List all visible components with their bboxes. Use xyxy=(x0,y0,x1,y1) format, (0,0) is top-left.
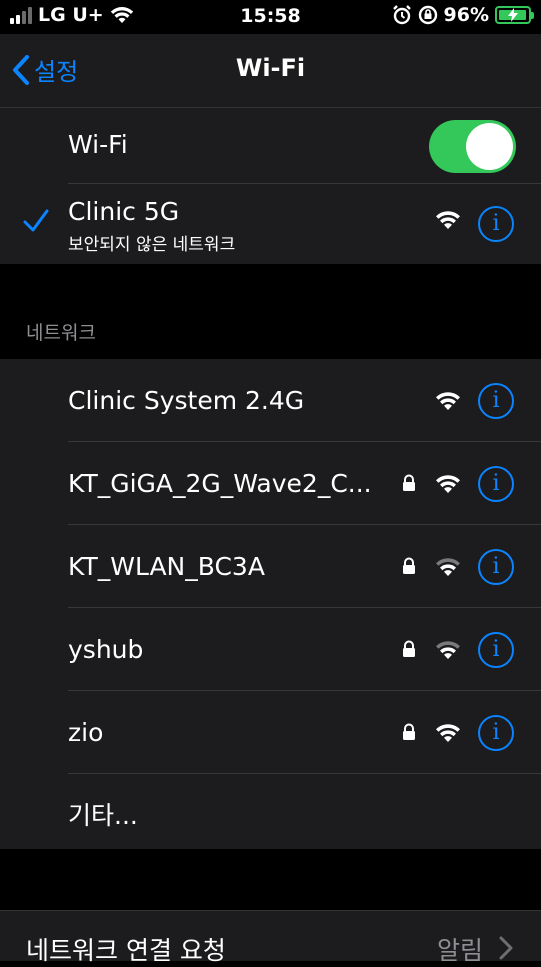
network-row[interactable]: yshub i xyxy=(0,608,541,691)
lock-icon xyxy=(403,723,415,740)
navigation-bar: 설정 Wi-Fi xyxy=(0,34,541,108)
info-icon[interactable]: i xyxy=(478,206,514,242)
wifi-toggle-row: Wi-Fi xyxy=(0,108,541,184)
battery-percent: 96% xyxy=(443,4,489,26)
wifi-toggle-label: Wi-Fi xyxy=(68,130,128,159)
alarm-icon xyxy=(392,5,411,25)
info-icon[interactable]: i xyxy=(478,549,514,585)
wifi-signal-icon xyxy=(436,641,460,659)
wifi-signal-icon xyxy=(436,724,460,742)
wifi-signal-icon xyxy=(436,475,460,493)
network-name: Clinic System 2.4G xyxy=(68,386,305,415)
status-bar: LG U+ 15:58 96% xyxy=(0,0,541,34)
connected-network-row[interactable]: Clinic 5G 보안되지 않은 네트워크 i xyxy=(0,184,541,264)
info-icon[interactable]: i xyxy=(478,632,514,668)
wifi-group: Wi-Fi Clinic 5G 보안되지 않은 네트워크 i xyxy=(0,108,541,264)
ask-to-join-label: 네트워크 연결 요청 xyxy=(26,936,226,965)
checkmark-icon xyxy=(23,209,49,232)
other-network-label: 기타... xyxy=(68,801,138,830)
section-header-networks: 네트워크 xyxy=(26,322,96,344)
wifi-signal-icon xyxy=(436,558,460,576)
connected-network-subtitle: 보안되지 않은 네트워크 xyxy=(68,235,236,255)
ask-to-join-value: 알림 xyxy=(436,936,483,965)
lock-icon xyxy=(403,557,415,574)
network-name: zio xyxy=(68,718,104,747)
orientation-lock-icon xyxy=(418,5,437,25)
network-name: KT_WLAN_BC3A xyxy=(68,552,265,581)
networks-list: Clinic System 2.4G i KT_GiGA_2G_Wave2_C.… xyxy=(0,359,541,849)
info-icon[interactable]: i xyxy=(478,715,514,751)
wifi-toggle[interactable] xyxy=(429,120,516,173)
info-icon[interactable]: i xyxy=(478,466,514,502)
network-row[interactable]: Clinic System 2.4G i xyxy=(0,359,541,442)
battery-charging-icon xyxy=(495,6,534,24)
connected-network-name: Clinic 5G xyxy=(68,197,180,226)
chevron-right-icon xyxy=(499,936,513,960)
lock-icon xyxy=(403,474,415,491)
ask-to-join-row[interactable]: 네트워크 연결 요청 알림 xyxy=(0,910,541,965)
page-title: Wi-Fi xyxy=(235,54,306,82)
lock-icon xyxy=(403,640,415,657)
wifi-signal-icon xyxy=(436,211,460,229)
other-network-row[interactable]: 기타... xyxy=(0,774,541,849)
wifi-signal-icon xyxy=(436,392,460,410)
info-icon[interactable]: i xyxy=(478,383,514,419)
network-row[interactable]: zio i xyxy=(0,691,541,774)
network-row[interactable]: KT_GiGA_2G_Wave2_C... i xyxy=(0,442,541,525)
network-name: yshub xyxy=(68,635,144,664)
network-row[interactable]: KT_WLAN_BC3A i xyxy=(0,525,541,608)
network-name: KT_GiGA_2G_Wave2_C... xyxy=(68,469,372,498)
